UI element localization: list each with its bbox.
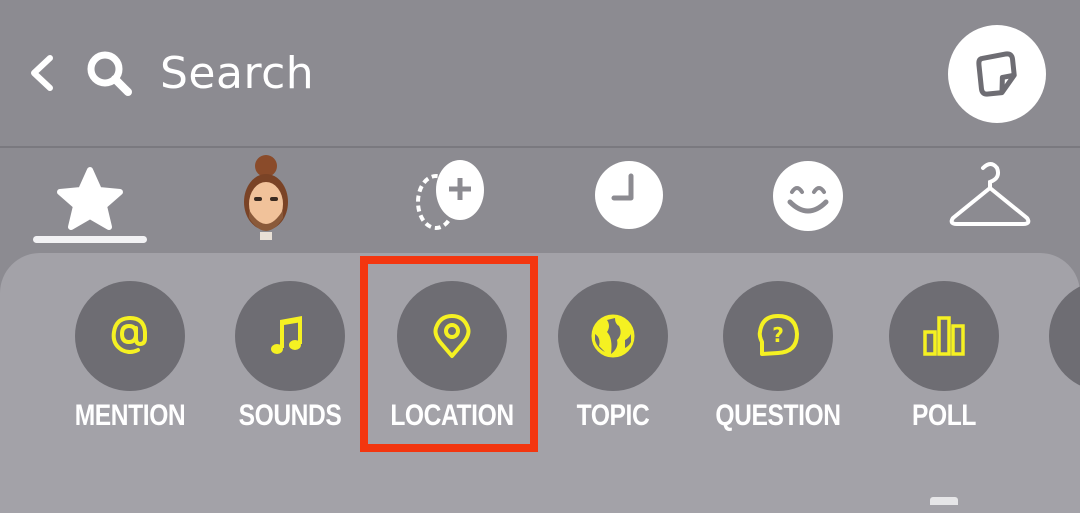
sticker-partial[interactable]: S (1024, 281, 1080, 451)
tab-bitmoji[interactable] (205, 148, 325, 248)
active-tab-indicator (33, 236, 147, 243)
sticker-location[interactable]: LOCATION (372, 281, 532, 451)
at-sign-icon (111, 316, 147, 354)
sticker-category-tabs (0, 148, 1080, 252)
bar-chart-icon (923, 316, 965, 356)
smiley-icon (773, 161, 843, 231)
sticker-icon (976, 51, 1017, 97)
sticker-label: POLL (912, 399, 976, 432)
sticker-topic[interactable]: TOPIC (533, 281, 693, 451)
sticker-label: S (1022, 399, 1080, 433)
sticker-label: SOUNDS (238, 399, 342, 432)
sticker-label: TOPIC (576, 399, 650, 432)
question-bubble-icon: ? (757, 314, 799, 356)
create-sticker-button[interactable] (948, 25, 1046, 123)
sticker-sounds[interactable]: SOUNDS (210, 281, 370, 451)
tab-emoji[interactable] (750, 148, 870, 248)
sticker-label: MENTION (74, 399, 186, 432)
svg-text:?: ? (772, 323, 784, 347)
sticker-circle (397, 281, 507, 391)
star-icon (57, 167, 123, 230)
sticker-list: MENTION SOUNDS LOCATION TOPIC ? QUESTION… (0, 281, 1080, 461)
back-button[interactable] (24, 50, 64, 96)
tab-closet[interactable] (935, 148, 1055, 248)
sticker-poll[interactable]: POLL (864, 281, 1024, 451)
chevron-left-icon (31, 55, 53, 91)
search-input[interactable]: Search (160, 46, 314, 102)
sticker-circle: ? (723, 281, 833, 391)
sticker-circle (1049, 281, 1080, 391)
sticker-circle (235, 281, 345, 391)
top-bar: Search (0, 0, 1080, 146)
sticker-label: LOCATION (390, 399, 514, 432)
sticker-question[interactable]: ? QUESTION (698, 281, 858, 451)
cameo-add-icon (416, 160, 484, 230)
hanger-icon (949, 162, 1031, 226)
search-icon[interactable] (84, 48, 136, 100)
music-note-icon (271, 316, 302, 354)
bitmoji-avatar-icon (244, 155, 288, 240)
tab-create-cameo[interactable] (392, 148, 512, 248)
location-pin-icon (433, 314, 471, 358)
sticker-circle (75, 281, 185, 391)
tab-recents[interactable] (568, 148, 688, 248)
partial-icon (1076, 308, 1080, 364)
sticker-mention[interactable]: MENTION (50, 281, 210, 451)
globe-icon (591, 314, 635, 358)
sticker-panel: MENTION SOUNDS LOCATION TOPIC ? QUESTION… (0, 253, 1080, 513)
clock-icon (595, 161, 663, 229)
sticker-circle (889, 281, 999, 391)
sticker-circle (558, 281, 668, 391)
tab-favorites[interactable] (30, 148, 150, 248)
sticker-label: QUESTION (715, 399, 841, 432)
